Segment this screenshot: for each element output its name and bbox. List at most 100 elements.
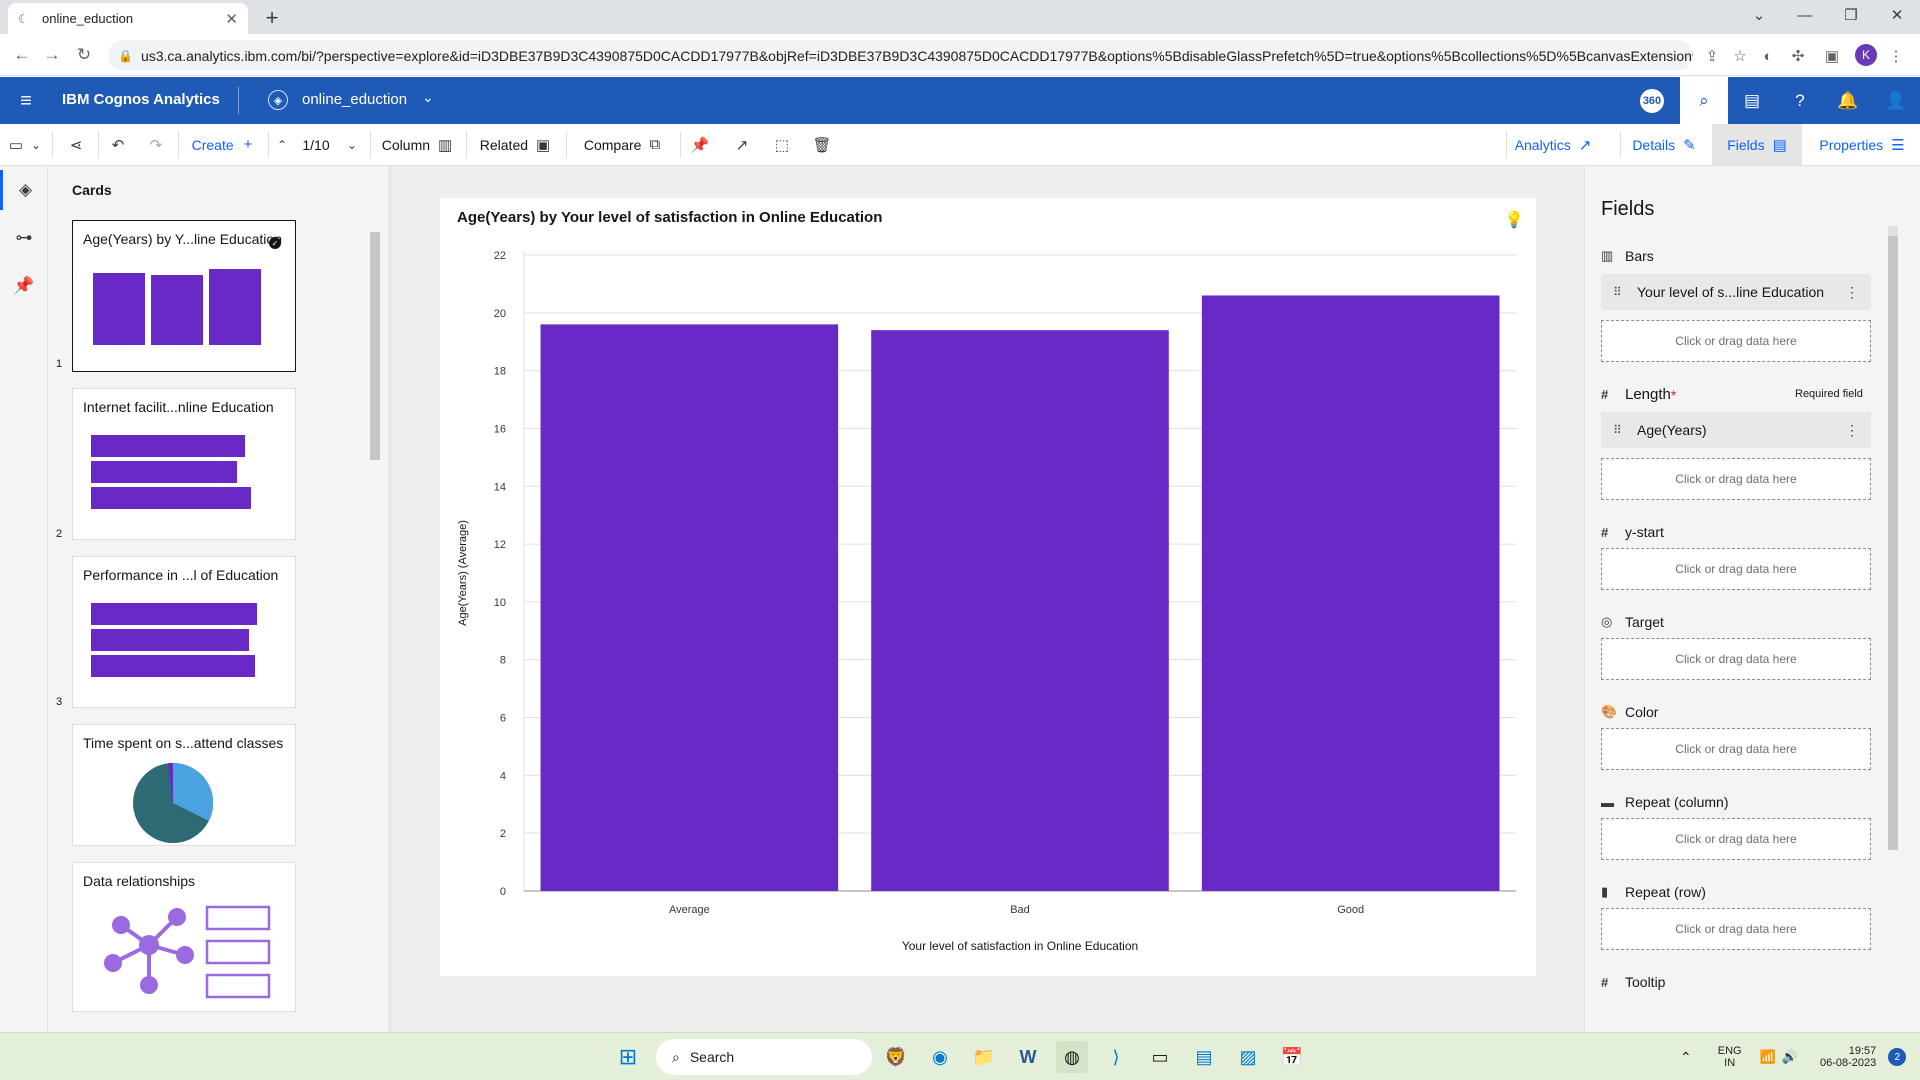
- close-window-button[interactable]: ✕: [1874, 0, 1920, 30]
- undo-icon[interactable]: ↶: [102, 124, 134, 165]
- next-card-chevron-icon[interactable]: ⌄: [340, 124, 364, 165]
- minimize-button[interactable]: —: [1782, 0, 1828, 30]
- overflow-menu-icon[interactable]: ⋮: [1845, 284, 1859, 301]
- user-icon[interactable]: 👤: [1872, 77, 1920, 124]
- taskbar-search[interactable]: ⌕ Search: [656, 1039, 872, 1075]
- file-explorer-icon[interactable]: 📁: [968, 1041, 1000, 1073]
- tab-title: online_eduction: [42, 11, 134, 26]
- word-icon[interactable]: W: [1012, 1041, 1044, 1073]
- card-1[interactable]: Age(Years) by Y...line Education ✓: [72, 220, 296, 372]
- redo-icon[interactable]: ↷: [140, 124, 172, 165]
- fields-tab[interactable]: Fields ▤: [1712, 124, 1802, 165]
- trend-line-icon[interactable]: ↗: [724, 124, 760, 165]
- reload-icon[interactable]: ↻: [70, 42, 98, 68]
- cards-rail-icon[interactable]: ◈: [0, 170, 48, 210]
- pin-rail-icon[interactable]: 📌: [0, 266, 48, 306]
- column-visualization-button[interactable]: Column ▥: [374, 124, 460, 165]
- cards-scrollbar-thumb[interactable]: [370, 232, 380, 460]
- target-label: Target: [1625, 614, 1664, 630]
- bars-field-pill[interactable]: ⠿ Your level of s...line Education ⋮: [1601, 274, 1871, 310]
- calendar-app-icon[interactable]: 📅: [1276, 1041, 1308, 1073]
- 360-badge-icon[interactable]: 360: [1640, 89, 1664, 113]
- notification-badge[interactable]: 2: [1888, 1048, 1907, 1066]
- language-indicator[interactable]: ENG IN: [1718, 1045, 1742, 1069]
- toolbar-divider: [370, 132, 371, 158]
- related-icon: ▣: [536, 136, 551, 154]
- card-5[interactable]: Data relationships: [72, 862, 296, 1012]
- bars-drop-zone[interactable]: Click or drag data here: [1601, 320, 1871, 362]
- vscode-icon[interactable]: ⟩: [1100, 1041, 1132, 1073]
- notifications-bell-icon[interactable]: 🔔: [1824, 77, 1872, 124]
- wifi-icon[interactable]: 📶: [1760, 1049, 1776, 1065]
- delete-trash-icon[interactable]: 🗑: [804, 124, 840, 165]
- sliders-icon: ☰: [1891, 136, 1905, 154]
- target-drop-zone[interactable]: Click or drag data here: [1601, 638, 1871, 680]
- search-icon[interactable]: ⌕: [1680, 77, 1728, 124]
- ystart-drop-zone[interactable]: Click or drag data here: [1601, 548, 1871, 590]
- chevron-up-icon[interactable]: ⌃: [1680, 1049, 1692, 1066]
- color-drop-zone[interactable]: Click or drag data here: [1601, 728, 1871, 770]
- exploration-name[interactable]: online_eduction: [302, 91, 407, 108]
- card-number: 2: [56, 528, 63, 540]
- bars-field-value: Your level of s...line Education: [1637, 284, 1825, 300]
- chevron-down-icon[interactable]: ⌄: [422, 89, 434, 106]
- assistant-chat-icon[interactable]: ▤: [1728, 77, 1776, 124]
- compare-button[interactable]: Compare ⧉: [570, 124, 674, 165]
- terminal-icon[interactable]: ▭: [1144, 1041, 1176, 1073]
- restore-button[interactable]: ❐: [1828, 0, 1874, 30]
- share-icon[interactable]: ⇪: [1700, 44, 1724, 68]
- fields-scrollbar-thumb[interactable]: [1888, 236, 1898, 850]
- help-icon[interactable]: ?: [1776, 77, 1824, 124]
- hamburger-menu-icon[interactable]: ≡: [12, 87, 40, 115]
- extensions-puzzle-icon[interactable]: ✣: [1786, 44, 1810, 68]
- photos-icon[interactable]: ▨: [1232, 1041, 1264, 1073]
- focus-select-icon[interactable]: ⬚: [764, 124, 800, 165]
- create-button[interactable]: Create +: [180, 124, 264, 165]
- properties-tab[interactable]: Properties ☰: [1808, 124, 1916, 165]
- pin-icon[interactable]: 📌: [682, 124, 718, 165]
- relationships-rail-icon[interactable]: ⊶: [0, 218, 48, 258]
- drag-handle-icon[interactable]: ⠿: [1613, 285, 1625, 299]
- volume-icon[interactable]: 🔊: [1782, 1049, 1798, 1065]
- analytics-tab[interactable]: Analytics ↗: [1508, 124, 1598, 165]
- related-button[interactable]: Related ▣: [470, 124, 560, 165]
- save-icon[interactable]: ▭: [4, 124, 28, 165]
- browser-menu-icon[interactable]: ⋮: [1884, 44, 1908, 68]
- url-input[interactable]: 🔒 us3.ca.analytics.ibm.com/bi/?perspecti…: [108, 40, 1693, 71]
- extension-shield-icon[interactable]: ◐: [1756, 44, 1780, 68]
- save-chevron-icon[interactable]: ⌄: [28, 124, 44, 165]
- close-tab-icon[interactable]: ✕: [225, 10, 238, 28]
- prev-card-chevron-icon[interactable]: ⌃: [270, 124, 294, 165]
- length-field-pill[interactable]: ⠿ Age(Years) ⋮: [1601, 412, 1871, 448]
- toolbar-divider: [680, 132, 681, 158]
- overflow-menu-icon[interactable]: ⋮: [1845, 422, 1859, 439]
- card-2[interactable]: Internet facilit...nline Education: [72, 388, 296, 540]
- clock[interactable]: 19:57 06-08-2023: [1820, 1045, 1876, 1069]
- browser-tab[interactable]: ☾ online_eduction ✕: [8, 3, 248, 34]
- notepad-icon[interactable]: ▤: [1188, 1041, 1220, 1073]
- tooltip-label: Tooltip: [1625, 974, 1666, 990]
- card-4[interactable]: Time spent on s...attend classes: [72, 724, 296, 846]
- back-icon[interactable]: ←: [8, 42, 36, 68]
- y-tick-label: 10: [494, 597, 506, 609]
- repeat-column-drop-zone[interactable]: Click or drag data here: [1601, 818, 1871, 860]
- repeat-row-icon: ▮: [1601, 884, 1609, 899]
- time-text: 19:57: [1848, 1045, 1877, 1057]
- bookmark-star-icon[interactable]: ☆: [1728, 44, 1752, 68]
- thumb-bar: [91, 603, 257, 625]
- forward-icon[interactable]: →: [38, 42, 66, 68]
- new-tab-button[interactable]: +: [258, 4, 286, 32]
- details-tab[interactable]: Details ✎: [1622, 124, 1706, 165]
- widgets-icon[interactable]: 🦁: [880, 1041, 912, 1073]
- drag-handle-icon[interactable]: ⠿: [1613, 423, 1625, 437]
- chrome-icon[interactable]: ◍: [1056, 1041, 1088, 1073]
- share-icon[interactable]: ⋖: [60, 124, 92, 165]
- windows-start-icon[interactable]: ⊞: [612, 1041, 644, 1073]
- edge-icon[interactable]: ◉: [924, 1041, 956, 1073]
- card-3[interactable]: Performance in ...l of Education: [72, 556, 296, 708]
- repeat-row-drop-zone[interactable]: Click or drag data here: [1601, 908, 1871, 950]
- length-drop-zone[interactable]: Click or drag data here: [1601, 458, 1871, 500]
- sidepanel-icon[interactable]: ▣: [1820, 44, 1844, 68]
- tab-search-chevron-icon[interactable]: ⌄: [1736, 0, 1782, 30]
- profile-avatar[interactable]: K: [1855, 44, 1877, 66]
